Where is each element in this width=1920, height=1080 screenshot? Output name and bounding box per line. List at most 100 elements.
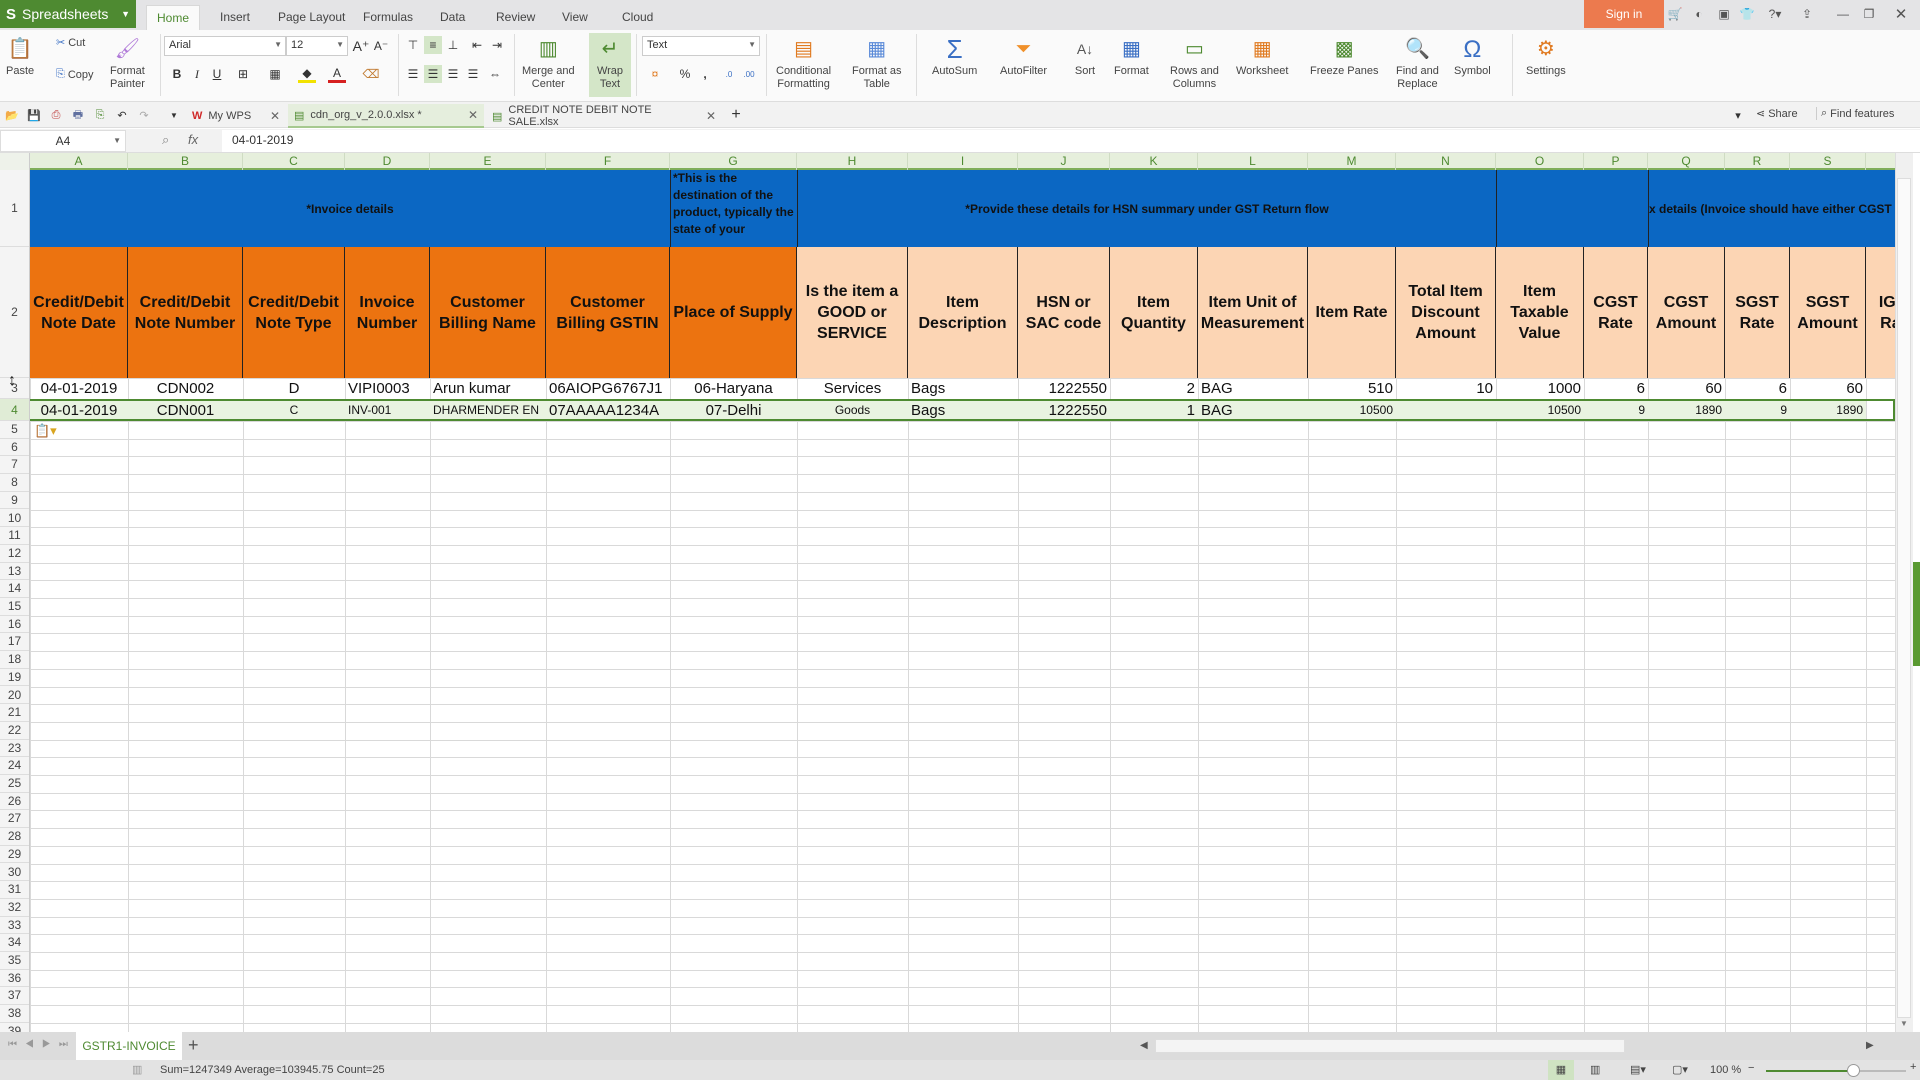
- autosum-button[interactable]: Σ AutoSum: [932, 36, 977, 78]
- find-features-button[interactable]: ⌕ Find features: [1816, 107, 1894, 120]
- data-cell[interactable]: 510: [1308, 378, 1396, 399]
- reading-mode-icon[interactable]: ▢▾: [1672, 1063, 1688, 1076]
- doc-tab-cdn-org[interactable]: ▤ cdn_org_v_2.0.0.xlsx * ✕: [288, 104, 484, 128]
- header-tax-note[interactable]: x details (Invoice should have either CG…: [1648, 170, 1895, 247]
- zoom-slider[interactable]: [1766, 1064, 1906, 1077]
- undo-icon[interactable]: ↶: [114, 107, 130, 123]
- scroll-left-icon[interactable]: ◀: [1140, 1040, 1148, 1051]
- print-icon[interactable]: 🖶: [70, 107, 86, 123]
- row-header-22[interactable]: 22: [0, 722, 29, 740]
- increase-decimal-icon[interactable]: .0: [720, 65, 738, 83]
- data-cell[interactable]: 9: [1584, 399, 1648, 421]
- sheet-tab-gstr1-invoice[interactable]: GSTR1-INVOICE: [76, 1032, 182, 1060]
- tab-data[interactable]: Data: [430, 5, 475, 30]
- data-cell[interactable]: 1222550: [1018, 399, 1110, 421]
- zoom-out-icon[interactable]: −: [1748, 1062, 1754, 1074]
- spreadsheet-grid[interactable]: *Invoice details *This is the destination…: [30, 170, 1895, 1032]
- sign-in-button[interactable]: Sign in: [1584, 0, 1664, 28]
- settings-button[interactable]: ⚙ Settings: [1526, 36, 1566, 78]
- side-panel-toggle[interactable]: [1913, 562, 1920, 666]
- column-title[interactable]: SGST Amount: [1790, 247, 1866, 378]
- column-header-E[interactable]: E: [430, 153, 546, 170]
- conditional-formatting-button[interactable]: ▤ Conditional Formatting: [776, 36, 831, 91]
- fill-color-icon[interactable]: ◆: [298, 65, 316, 83]
- column-title[interactable]: Item Taxable Value: [1496, 247, 1584, 378]
- save-icon[interactable]: 💾: [26, 107, 42, 123]
- comma-button[interactable]: ,: [696, 65, 714, 83]
- row-header-14[interactable]: 14: [0, 580, 29, 598]
- symbol-button[interactable]: Ω Symbol: [1454, 36, 1491, 78]
- row-header-35[interactable]: 35: [0, 952, 29, 970]
- cell-style-icon[interactable]: ▦: [266, 65, 284, 83]
- align-middle-icon[interactable]: ≡: [424, 36, 442, 54]
- number-format-select[interactable]: Text ▼: [642, 36, 760, 56]
- column-header-R[interactable]: R: [1725, 153, 1790, 170]
- share-button[interactable]: ⋖ Share: [1756, 107, 1798, 121]
- data-cell[interactable]: CDN001: [128, 399, 243, 421]
- merge-center-button[interactable]: ▥ Merge and Center: [522, 36, 575, 91]
- data-cell[interactable]: 1000: [1496, 378, 1584, 399]
- column-title[interactable]: Item Unit of Measurement: [1198, 247, 1308, 378]
- column-header-M[interactable]: M: [1308, 153, 1396, 170]
- row-header-20[interactable]: 20: [0, 687, 29, 705]
- data-cell[interactable]: 04-01-2019: [30, 378, 128, 399]
- align-right-icon[interactable]: ☰: [444, 65, 462, 83]
- data-cell[interactable]: 9: [1725, 399, 1790, 421]
- vertical-scroll-thumb[interactable]: [1897, 178, 1911, 1018]
- distributed-icon[interactable]: ⇔: [486, 65, 504, 83]
- bold-button[interactable]: B: [168, 65, 186, 83]
- sheet-nav-arrows-icon[interactable]: ⏮◀▶⏭: [8, 1039, 76, 1050]
- row-header-34[interactable]: 34: [0, 934, 29, 952]
- format-as-table-button[interactable]: ▦ Format as Table: [852, 36, 902, 91]
- zoom-formula-icon[interactable]: ⌕: [162, 132, 169, 148]
- column-title[interactable]: HSN or SAC code: [1018, 247, 1110, 378]
- add-sheet-icon[interactable]: +: [188, 1035, 199, 1056]
- row-header-9[interactable]: 9: [0, 492, 29, 510]
- column-header-P[interactable]: P: [1584, 153, 1648, 170]
- data-cell[interactable]: CDN002: [128, 378, 243, 399]
- column-title[interactable]: Place of Supply: [670, 247, 797, 378]
- close-tab-icon[interactable]: ✕: [468, 108, 478, 122]
- header-destination-note[interactable]: *This is the destination of the product,…: [670, 170, 797, 247]
- copy-button[interactable]: ⎘ Copy: [56, 68, 94, 81]
- redo-icon[interactable]: ↷: [136, 107, 152, 123]
- upload-icon[interactable]: ⇪: [1798, 5, 1816, 23]
- collapse-ribbon-icon[interactable]: ▾: [1730, 107, 1746, 123]
- wrap-text-button[interactable]: ↵ Wrap Text: [589, 33, 631, 97]
- underline-button[interactable]: U: [208, 65, 226, 83]
- font-name-select[interactable]: Arial ▼: [164, 36, 286, 56]
- row-header-23[interactable]: 23: [0, 740, 29, 758]
- name-box[interactable]: A4 ▼: [0, 130, 126, 152]
- tab-page-layout[interactable]: Page Layout: [268, 5, 355, 30]
- freeze-panes-button[interactable]: ▩ Freeze Panes: [1310, 36, 1378, 78]
- page-break-view-icon[interactable]: ▥: [1590, 1063, 1600, 1076]
- row-header-7[interactable]: 7: [0, 456, 29, 475]
- row-header-2[interactable]: 2: [0, 247, 29, 378]
- row-header-15[interactable]: 15: [0, 598, 29, 616]
- data-cell[interactable]: 10500: [1308, 399, 1396, 421]
- data-cell[interactable]: BAG: [1198, 399, 1308, 421]
- format-painter-button[interactable]: 🖌 Format Painter: [110, 36, 145, 91]
- row-header-28[interactable]: 28: [0, 828, 29, 846]
- row-header-5[interactable]: 5: [0, 421, 29, 439]
- column-title[interactable]: Is the item a GOOD or SERVICE: [797, 247, 908, 378]
- row-header-37[interactable]: 37: [0, 987, 29, 1006]
- column-title[interactable]: Item Rate: [1308, 247, 1396, 378]
- restore-icon[interactable]: ❐: [1860, 5, 1878, 23]
- export-pdf-icon[interactable]: ⎙: [48, 107, 64, 123]
- column-header-H[interactable]: H: [797, 153, 908, 170]
- data-cell[interactable]: Arun kumar: [430, 378, 546, 399]
- data-cell[interactable]: 1890: [1790, 399, 1866, 421]
- print-preview-icon[interactable]: ⎘: [92, 107, 108, 123]
- data-cell[interactable]: Bags: [908, 399, 1018, 421]
- skin-icon[interactable]: ◐: [1690, 5, 1708, 23]
- column-title[interactable]: Item Description: [908, 247, 1018, 378]
- row-header-38[interactable]: 38: [0, 1005, 29, 1023]
- column-title[interactable]: Credit/Debit Note Date: [30, 247, 128, 378]
- customize-dropdown-icon[interactable]: ▼: [166, 107, 182, 123]
- row-header-26[interactable]: 26: [0, 793, 29, 811]
- column-title[interactable]: SGST Rate: [1725, 247, 1790, 378]
- align-bottom-icon[interactable]: ⊥: [444, 36, 462, 54]
- worksheet-button[interactable]: ▦ Worksheet: [1236, 36, 1288, 78]
- help-icon[interactable]: ?▾: [1762, 5, 1788, 23]
